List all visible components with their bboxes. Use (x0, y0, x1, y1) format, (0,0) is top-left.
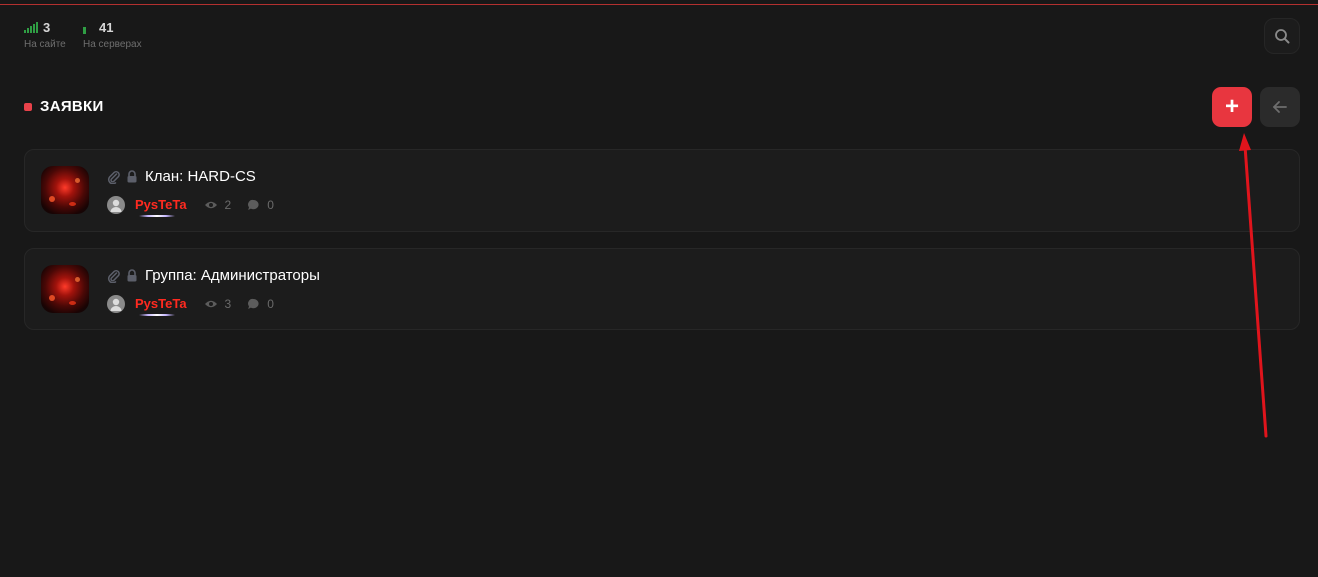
paperclip-icon (107, 269, 120, 283)
stat-servers[interactable]: 41 На серверах (83, 18, 142, 50)
page: 3 На сайте 41 На серверах ЗАЯВКИ + Клан:… (0, 0, 1318, 577)
application-card[interactable]: Клан: HARD-CS PysTeTa 2 0 (24, 149, 1300, 232)
application-title[interactable]: Клан: HARD-CS (145, 168, 256, 185)
author-name-decoration (139, 214, 175, 217)
back-button[interactable] (1260, 87, 1300, 127)
online-label: На сайте (24, 39, 66, 50)
user-icon (107, 196, 125, 214)
arrow-left-icon (1273, 101, 1287, 113)
author-name[interactable]: PysTeTa (135, 196, 187, 217)
comments-value: 0 (267, 297, 274, 311)
comments-count: 0 (247, 297, 274, 311)
application-card[interactable]: Группа: Администраторы PysTeTa 3 0 (24, 248, 1300, 330)
views-value: 3 (224, 297, 232, 311)
application-avatar (41, 265, 89, 313)
signal-icon (24, 21, 38, 33)
application-title[interactable]: Группа: Администраторы (145, 267, 320, 284)
signal-icon (83, 20, 86, 34)
author-name[interactable]: PysTeTa (135, 295, 187, 316)
views-count: 2 (204, 198, 232, 212)
author-name-text: PysTeTa (135, 295, 187, 311)
search-button[interactable] (1264, 18, 1300, 54)
comment-icon (248, 199, 259, 210)
eye-icon (204, 300, 217, 308)
author-name-decoration (139, 313, 175, 316)
stat-online[interactable]: 3 На сайте (24, 18, 66, 50)
search-icon (1275, 29, 1290, 44)
comment-icon (248, 298, 259, 309)
eye-icon (204, 201, 217, 209)
section-marker (24, 102, 32, 111)
add-application-button[interactable]: + (1212, 87, 1252, 127)
page-title: ЗАЯВКИ (40, 98, 104, 115)
servers-label: На серверах (83, 39, 142, 50)
application-avatar (41, 166, 89, 214)
online-count: 3 (43, 19, 51, 35)
top-accent-line (0, 4, 1318, 5)
user-icon (107, 295, 125, 313)
views-value: 2 (224, 198, 232, 212)
plus-icon: + (1224, 93, 1239, 120)
views-count: 3 (204, 297, 232, 311)
section-header: ЗАЯВКИ (24, 98, 104, 115)
author-name-text: PysTeTa (135, 196, 187, 212)
lock-icon (127, 269, 137, 282)
lock-icon (127, 170, 137, 183)
comments-count: 0 (247, 198, 274, 212)
paperclip-icon (107, 170, 120, 184)
comments-value: 0 (267, 198, 274, 212)
servers-count: 41 (99, 19, 114, 35)
